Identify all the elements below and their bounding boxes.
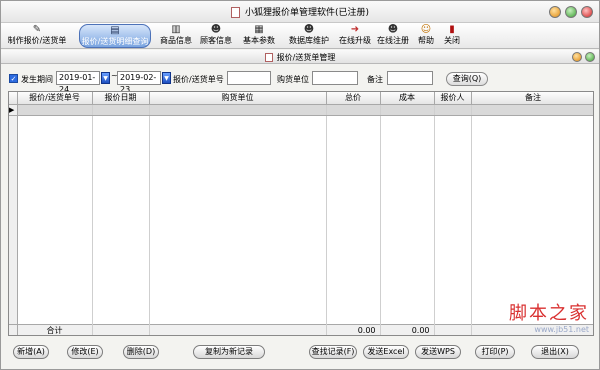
user-icon: ☻ — [303, 24, 315, 35]
main-toolbar: ✎ 制作报价/送货单 ▤ 报价/送货明细查询 ▥ 商品信息 ☻ 顾客信息 ▦ 基… — [1, 23, 599, 49]
date-to-dropdown[interactable]: ▼ — [162, 72, 171, 84]
delete-button[interactable]: 删除(D) — [123, 345, 159, 359]
column-header[interactable]: 总价 — [326, 92, 381, 105]
empty-area — [9, 115, 593, 324]
window-controls — [549, 6, 593, 18]
send-wps-button[interactable]: 发送WPS — [415, 345, 461, 359]
toolbar-online-register[interactable]: ☻ 在线注册 — [375, 24, 411, 48]
buyer-input[interactable] — [312, 71, 358, 85]
toolbar-basic-params[interactable]: ▦ 基本参数 — [239, 24, 279, 48]
date-range-label: 发生期间 — [21, 75, 53, 84]
column-header[interactable]: 成本 — [380, 92, 435, 105]
write-icon: ✎ — [32, 24, 42, 35]
table-icon: ▦ — [254, 24, 264, 35]
doc-icon: ▤ — [110, 25, 120, 36]
table-header-row: 报价/送货单号 报价日期 购货单位 总价 成本 报价人 备注 — [9, 92, 593, 105]
note-input[interactable] — [387, 71, 433, 85]
toolbar-product-info[interactable]: ▥ 商品信息 — [157, 24, 195, 48]
send-excel-button[interactable]: 发送Excel — [363, 345, 409, 359]
orders-table[interactable]: 报价/送货单号 报价日期 购货单位 总价 成本 报价人 备注 ▶ 合计 0.00… — [8, 91, 594, 336]
watermark: 脚本之家 www.jb51.net — [509, 303, 589, 334]
total-row: 合计 0.00 0.00 — [9, 323, 593, 335]
chart-icon: ▥ — [171, 24, 181, 35]
column-header[interactable]: 报价日期 — [92, 92, 150, 105]
total-cost-value: 0.00 — [380, 323, 435, 335]
total-price-value: 0.00 — [326, 323, 381, 335]
date-range-checkbox[interactable]: ✓ — [9, 74, 18, 83]
column-header[interactable]: 报价/送货单号 — [17, 92, 93, 105]
column-header[interactable]: 报价人 — [434, 92, 472, 105]
buyer-label: 购货单位 — [277, 75, 309, 84]
help-icon: ☺ — [420, 24, 432, 35]
toolbar-db-maintenance[interactable]: ☻ 数据库维护 — [285, 24, 333, 48]
total-label: 合计 — [17, 323, 93, 335]
print-button[interactable]: 打印(P) — [475, 345, 515, 359]
toolbar-online-upgrade[interactable]: ➜ 在线升级 — [337, 24, 373, 48]
exit-button[interactable]: 退出(X) — [531, 345, 579, 359]
document-icon — [264, 53, 273, 62]
order-no-label: 报价/送货单号 — [173, 75, 224, 84]
toolbar-create-order[interactable]: ✎ 制作报价/送货单 — [3, 24, 71, 48]
toolbar-customer-info[interactable]: ☻ 顾客信息 — [197, 24, 235, 48]
arrow-icon: ➜ — [350, 24, 360, 35]
close-icon: ▮ — [449, 24, 455, 35]
find-record-button[interactable]: 查找记录(F) — [309, 345, 357, 359]
close-window-button[interactable] — [581, 6, 593, 18]
query-button[interactable]: 查询(Q) — [446, 72, 488, 86]
subwindow-title: 报价/送货单管理 — [1, 52, 599, 63]
minimize-button[interactable] — [549, 6, 561, 18]
title-bar: 小狐狸报价单管理软件(已注册) — [1, 1, 599, 23]
subwindow-title-bar: 报价/送货单管理 — [1, 50, 599, 64]
date-from-dropdown[interactable]: ▼ — [101, 72, 110, 84]
toolbar-order-query[interactable]: ▤ 报价/送货明细查询 — [79, 24, 151, 48]
table-row[interactable]: ▶ — [9, 104, 593, 116]
date-to-input[interactable]: 2019-02-23 — [117, 71, 161, 94]
document-icon — [230, 7, 240, 18]
user-icon: ☻ — [210, 24, 222, 35]
order-no-input[interactable] — [227, 71, 271, 85]
user-icon: ☻ — [387, 24, 399, 35]
sub-maximize-button[interactable] — [585, 52, 595, 62]
column-header[interactable]: 备注 — [471, 92, 593, 105]
filter-bar: ✓ 发生期间 2019-01-24 ▼ ~ 2019-02-23 ▼ 报价/送货… — [1, 65, 599, 94]
toolbar-close[interactable]: ▮ 关闭 — [441, 24, 463, 48]
sub-minimize-button[interactable] — [572, 52, 582, 62]
subwindow-controls — [572, 52, 595, 62]
add-button[interactable]: 新增(A) — [13, 345, 49, 359]
note-label: 备注 — [367, 75, 383, 84]
date-from-input[interactable]: 2019-01-24 — [56, 71, 100, 94]
column-header[interactable]: 购货单位 — [149, 92, 327, 105]
toolbar-help[interactable]: ☺ 帮助 — [415, 24, 437, 48]
modify-button[interactable]: 修改(E) — [67, 345, 103, 359]
maximize-button[interactable] — [565, 6, 577, 18]
copy-new-record-button[interactable]: 复制为新记录 — [193, 345, 265, 359]
window-title: 小狐狸报价单管理软件(已注册) — [1, 5, 599, 18]
row-indicator-header — [9, 92, 18, 105]
current-row-indicator: ▶ — [9, 104, 18, 116]
bottom-button-bar: 新增(A) 修改(E) 删除(D) 复制为新记录 查找记录(F) 发送Excel… — [1, 341, 599, 369]
app-window: 小狐狸报价单管理软件(已注册) ✎ 制作报价/送货单 ▤ 报价/送货明细查询 ▥… — [0, 0, 600, 370]
